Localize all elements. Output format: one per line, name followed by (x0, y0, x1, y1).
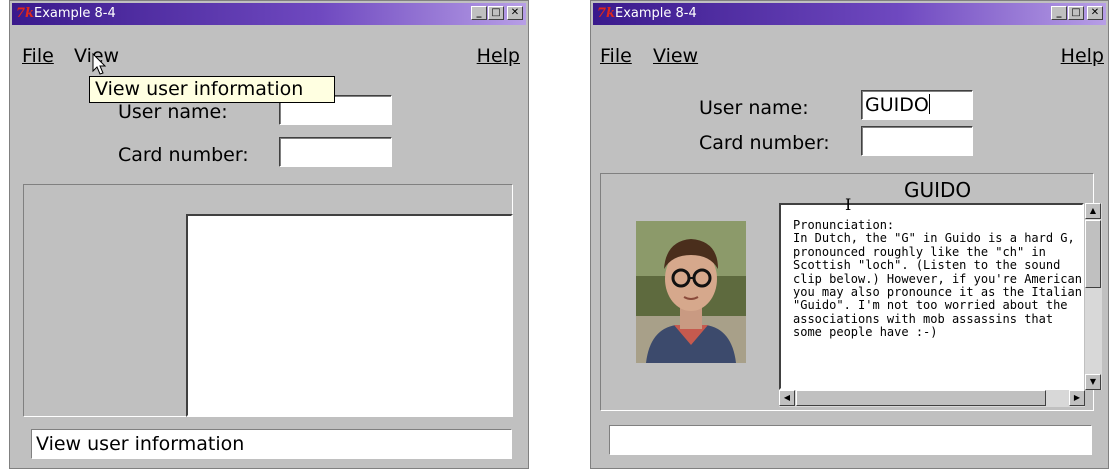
user-name-label: User name: (118, 101, 228, 123)
tk-icon: 7k (16, 6, 35, 21)
window-title: Example 8-4 (615, 6, 697, 21)
menu-file[interactable]: File (600, 45, 632, 67)
maximize-button[interactable]: □ (488, 6, 504, 20)
menu-help[interactable]: Help (477, 45, 520, 67)
user-name-value: GUIDO (865, 94, 929, 116)
card-number-input[interactable] (279, 137, 392, 167)
titlebar[interactable]: 7k Example 8-4 _ □ ✕ (12, 3, 526, 25)
scroll-up-icon[interactable]: ▲ (1085, 203, 1101, 219)
user-photo (636, 221, 746, 363)
right-window: 7k Example 8-4 _ □ ✕ File View Help User… (590, 0, 1109, 469)
scroll-left-icon[interactable]: ◀ (779, 390, 795, 406)
scroll-thumb-vertical[interactable] (1085, 220, 1101, 288)
menu-file[interactable]: File (22, 45, 54, 67)
minimize-button[interactable]: _ (471, 6, 487, 20)
scroll-down-icon[interactable]: ▼ (1085, 374, 1101, 390)
status-bar: View user information (31, 429, 512, 459)
titlebar[interactable]: 7k Example 8-4 _ □ ✕ (593, 3, 1106, 25)
ibeam-cursor-icon: I (845, 195, 852, 214)
tk-icon: 7k (597, 6, 616, 21)
close-button[interactable]: ✕ (507, 6, 523, 20)
left-window: 7k Example 8-4 _ □ ✕ File View Help View… (9, 0, 529, 469)
menubar: File View Help (593, 41, 1106, 71)
info-heading: GUIDO (904, 178, 972, 202)
menubar: File View Help (12, 41, 526, 71)
tooltip: View user information (89, 76, 335, 103)
user-name-input[interactable]: GUIDO (861, 90, 973, 120)
menu-view[interactable]: View (653, 45, 698, 67)
card-number-label: Card number: (118, 144, 249, 166)
card-number-input[interactable] (861, 126, 973, 156)
user-name-label: User name: (699, 97, 809, 119)
maximize-button[interactable]: □ (1068, 6, 1084, 20)
info-text-area[interactable] (186, 214, 513, 417)
scroll-right-icon[interactable]: ▶ (1069, 390, 1085, 406)
vertical-scrollbar[interactable]: ▲ ▼ (1085, 203, 1102, 390)
menu-help[interactable]: Help (1061, 45, 1104, 67)
minimize-button[interactable]: _ (1051, 6, 1067, 20)
status-bar (609, 425, 1092, 455)
pronunciation-text-area[interactable]: Pronunciation: In Dutch, the "G" in Guid… (779, 203, 1084, 390)
card-number-label: Card number: (699, 132, 830, 154)
arrow-cursor-icon (92, 53, 107, 75)
text-caret (928, 94, 930, 114)
close-button[interactable]: ✕ (1087, 6, 1103, 20)
scroll-thumb-horizontal[interactable] (796, 390, 1046, 406)
window-title: Example 8-4 (34, 6, 116, 21)
horizontal-scrollbar[interactable]: ◀ ▶ (779, 390, 1085, 407)
pronunciation-text: Pronunciation: In Dutch, the "G" in Guid… (793, 218, 1082, 340)
